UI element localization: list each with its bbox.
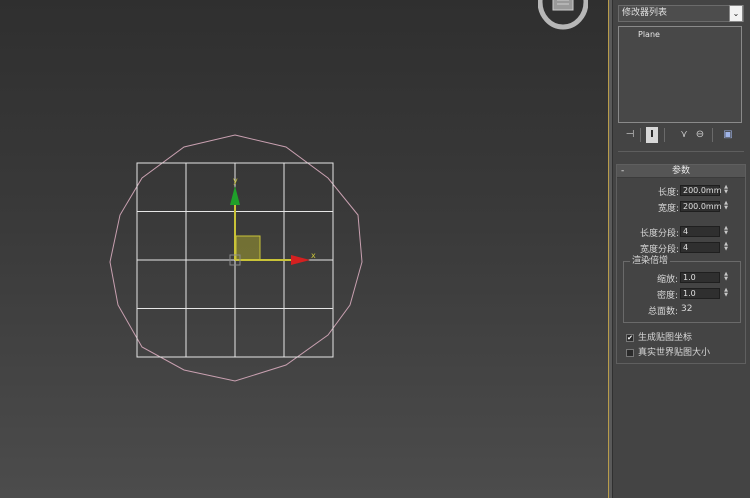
scale-label: 缩放: (656, 275, 678, 285)
pin-stack-icon[interactable]: ⊣ (622, 127, 638, 143)
modifier-list-label: 修改器列表 (622, 8, 668, 18)
make-unique-icon[interactable]: ⋎ (676, 127, 692, 143)
total-faces-label: 总面数: (647, 307, 678, 317)
stack-item-plane[interactable]: Plane (622, 29, 738, 41)
modifier-list-dropdown[interactable]: 修改器列表 ⌄ (618, 5, 744, 22)
real-world-map-size-label: 真实世界贴图大小 (638, 348, 711, 358)
modifier-stack-list[interactable]: Plane (618, 26, 742, 123)
transform-gizmo[interactable]: y x (229, 176, 316, 266)
total-faces-value: 32 (681, 304, 693, 314)
axis-x-label: x (311, 251, 316, 260)
width-field[interactable]: 200.0mm (680, 201, 722, 212)
toolbar-separator (640, 128, 641, 142)
render-multipliers-group: 渲染倍增 缩放: 1.0 ▲ ▼ 密度: 1.0 ▲ ▼ 总面数: 32 (623, 256, 741, 323)
stack-toolbar: ⊣ I ⋎ ⊖ ▣ (618, 127, 742, 143)
gen-mapping-coords-checkbox[interactable]: ✔ (626, 334, 634, 342)
rollout-title: 参数 (671, 166, 690, 176)
command-panel: 修改器列表 ⌄ Plane ⊣ I ⋎ ⊖ ▣ - 参数 长度: 200.0mm… (612, 0, 750, 498)
collapse-icon: - (621, 166, 625, 176)
density-field[interactable]: 1.0 (680, 288, 720, 299)
separator (618, 151, 744, 152)
width-label: 宽度: (657, 204, 679, 214)
toolbar-separator (664, 128, 665, 142)
parameters-rollout: - 参数 长度: 200.0mm ▲ ▼ 宽度: 200.0mm ▲ ▼ 长度分段:… (616, 164, 746, 364)
length-field[interactable]: 200.0mm (680, 185, 722, 196)
viewcube[interactable] (537, 0, 589, 30)
width-spinner[interactable]: ▲ ▼ (722, 201, 730, 212)
viewport-scene: y x (109, 134, 363, 382)
gen-mapping-coords-label: 生成贴图坐标 (638, 333, 693, 343)
width-segs-field[interactable]: 4 (680, 242, 720, 253)
toolbar-separator (712, 128, 713, 142)
remove-modifier-icon[interactable]: ⊖ (692, 127, 708, 143)
density-spinner[interactable]: ▲ ▼ (722, 288, 730, 299)
width-segs-spinner[interactable]: ▲ ▼ (722, 242, 730, 253)
render-multipliers-title: 渲染倍增 (630, 256, 671, 267)
length-segs-label: 长度分段: (639, 229, 679, 239)
scale-field[interactable]: 1.0 (680, 272, 720, 283)
density-label: 密度: (656, 291, 678, 301)
axis-y-label: y (233, 176, 238, 185)
width-segs-label: 宽度分段: (639, 245, 679, 255)
gizmo-y-arrow[interactable] (230, 186, 240, 205)
length-spinner[interactable]: ▲ ▼ (722, 185, 730, 196)
configure-modifier-sets-icon[interactable]: ▣ (720, 127, 736, 143)
chevron-down-icon[interactable]: ⌄ (729, 5, 743, 22)
length-label: 长度: (657, 188, 679, 198)
show-end-result-icon[interactable]: I (646, 127, 658, 143)
real-world-map-size-checkbox[interactable] (626, 349, 634, 357)
perspective-viewport[interactable]: y x (0, 0, 608, 498)
parameters-rollout-header[interactable]: - 参数 (617, 165, 745, 178)
length-segs-spinner[interactable]: ▲ ▼ (722, 226, 730, 237)
gizmo-x-arrow[interactable] (291, 255, 310, 265)
length-segs-field[interactable]: 4 (680, 226, 720, 237)
scale-spinner[interactable]: ▲ ▼ (722, 272, 730, 283)
